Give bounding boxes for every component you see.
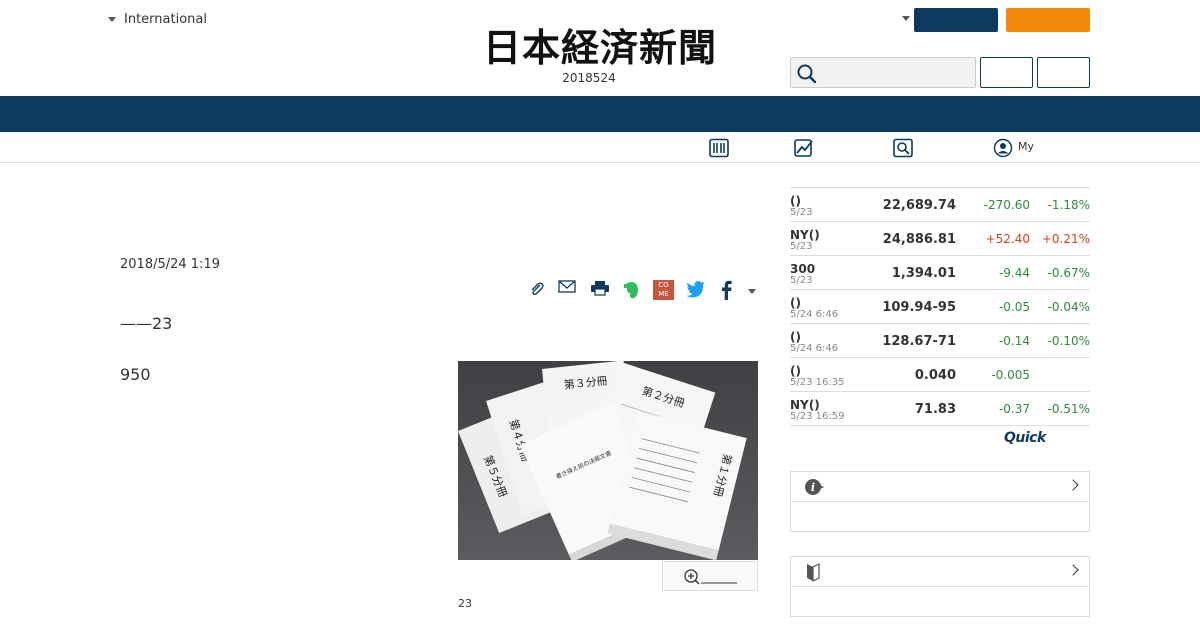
svg-text:i: i bbox=[811, 481, 815, 494]
market-change: -0.37 bbox=[998, 402, 1030, 416]
market-time: 5/23 16:59 bbox=[790, 411, 845, 422]
market-time: 5/24 6:46 bbox=[790, 309, 839, 320]
header-button-1[interactable] bbox=[980, 57, 1033, 88]
market-value: 22,689.74 bbox=[882, 198, 956, 213]
market-percent: -0.04% bbox=[1047, 300, 1090, 314]
article-date: 2018/5/24 1:19 bbox=[120, 257, 220, 272]
market-name: NY() bbox=[790, 398, 820, 412]
market-percent: -1.18% bbox=[1047, 198, 1090, 212]
market-name: () bbox=[790, 194, 801, 208]
info-box: i bbox=[790, 471, 1090, 532]
market-row[interactable]: () 5/24 6:46 109.94-95 -0.05 -0.04% bbox=[790, 290, 1090, 324]
market-table: () 5/23 22,689.74 -270.60 -1.18% NY() 5/… bbox=[790, 187, 1090, 426]
chart-icon[interactable] bbox=[793, 138, 815, 158]
clip-icon[interactable] bbox=[528, 280, 546, 298]
article-paragraph: 950 bbox=[120, 365, 151, 384]
chevron-right-icon bbox=[1067, 479, 1079, 491]
market-row[interactable]: NY() 5/23 24,886.81 +52.40 +0.21% bbox=[790, 222, 1090, 256]
quick-logo[interactable]: Quick bbox=[1004, 430, 1046, 446]
print-icon[interactable] bbox=[590, 280, 610, 296]
chevron-right-icon bbox=[1067, 564, 1079, 576]
subscribe-button[interactable] bbox=[1006, 8, 1090, 32]
caret-down-icon[interactable] bbox=[902, 16, 910, 21]
article-photo[interactable]: 第５分冊 第４分冊 第３分冊 第２分冊 書き換え前の決裁文書 第１分冊 bbox=[458, 361, 758, 560]
market-time: 5/23 bbox=[790, 207, 813, 218]
caret-down-icon[interactable] bbox=[748, 289, 756, 294]
info-box-header[interactable]: i bbox=[791, 472, 1089, 502]
market-value: 128.67-71 bbox=[882, 334, 956, 349]
article-paragraph: ——23 bbox=[120, 314, 173, 333]
market-time: 5/24 6:46 bbox=[790, 343, 839, 354]
market-name: () bbox=[790, 364, 801, 378]
beginner-mark-icon bbox=[807, 563, 820, 582]
market-change: -0.05 bbox=[998, 300, 1030, 314]
market-percent: -0.67% bbox=[1047, 266, 1090, 280]
market-change: -0.005 bbox=[991, 368, 1030, 382]
photo-caption: 23 bbox=[458, 597, 472, 610]
user-icon[interactable] bbox=[993, 138, 1013, 158]
evernote-icon[interactable] bbox=[623, 280, 641, 300]
market-value: 1,394.01 bbox=[891, 266, 956, 281]
mail-icon[interactable] bbox=[558, 280, 576, 294]
come-icon[interactable]: CO ME bbox=[653, 280, 674, 300]
market-change: -270.60 bbox=[983, 198, 1030, 212]
beginner-box-header[interactable] bbox=[791, 557, 1089, 587]
twitter-icon[interactable] bbox=[686, 280, 706, 298]
market-name: () bbox=[790, 296, 801, 310]
market-time: 5/23 bbox=[790, 241, 813, 252]
market-value: 24,886.81 bbox=[882, 232, 956, 247]
site-logo[interactable]: 日本経済新聞 bbox=[450, 26, 750, 70]
market-time: 5/23 bbox=[790, 275, 813, 286]
market-change: -0.14 bbox=[998, 334, 1030, 348]
facebook-icon[interactable] bbox=[719, 280, 733, 300]
market-row[interactable]: () 5/24 6:46 128.67-71 -0.14 -0.10% bbox=[790, 324, 1090, 358]
search-input[interactable] bbox=[821, 61, 971, 85]
market-row[interactable]: NY() 5/23 16:59 71.83 -0.37 -0.51% bbox=[790, 392, 1090, 426]
search-icon[interactable] bbox=[796, 63, 818, 85]
market-time: 5/23 16:35 bbox=[790, 377, 845, 388]
come-label: CO ME bbox=[658, 281, 669, 298]
header-button-2[interactable] bbox=[1037, 57, 1090, 88]
my-page-link[interactable]: My bbox=[1018, 140, 1034, 153]
beginner-box bbox=[790, 556, 1090, 617]
region-selector[interactable]: International bbox=[108, 12, 207, 27]
edition-date: 2018524 bbox=[562, 71, 616, 85]
login-button[interactable] bbox=[914, 8, 998, 32]
market-change: +52.40 bbox=[985, 232, 1030, 246]
market-row[interactable]: () 5/23 16:35 0.040 -0.005 bbox=[790, 358, 1090, 392]
market-value: 71.83 bbox=[914, 402, 956, 417]
caret-down-icon bbox=[108, 17, 116, 22]
main-navbar bbox=[0, 96, 1200, 132]
market-percent: +0.21% bbox=[1041, 232, 1090, 246]
market-percent: -0.10% bbox=[1047, 334, 1090, 348]
region-label: International bbox=[124, 12, 207, 27]
search-icon[interactable] bbox=[892, 138, 914, 158]
market-row[interactable]: () 5/23 22,689.74 -270.60 -1.18% bbox=[790, 188, 1090, 222]
market-value: 0.040 bbox=[914, 368, 956, 383]
market-row[interactable]: 300 5/23 1,394.01 -9.44 -0.67% bbox=[790, 256, 1090, 290]
booklets-photo: 第５分冊 第４分冊 第３分冊 第２分冊 書き換え前の決裁文書 第１分冊 bbox=[458, 361, 758, 560]
market-value: 109.94-95 bbox=[882, 300, 956, 315]
market-percent: -0.51% bbox=[1047, 402, 1090, 416]
search-box bbox=[790, 57, 976, 88]
zoom-in-icon bbox=[684, 569, 737, 585]
newspaper-icon[interactable] bbox=[708, 138, 730, 158]
market-name: 300 bbox=[790, 262, 816, 276]
market-name: () bbox=[790, 330, 801, 344]
market-name: NY() bbox=[790, 228, 820, 242]
zoom-photo-button[interactable] bbox=[662, 561, 758, 591]
market-change: -9.44 bbox=[998, 266, 1030, 280]
info-icon: i bbox=[805, 479, 824, 495]
